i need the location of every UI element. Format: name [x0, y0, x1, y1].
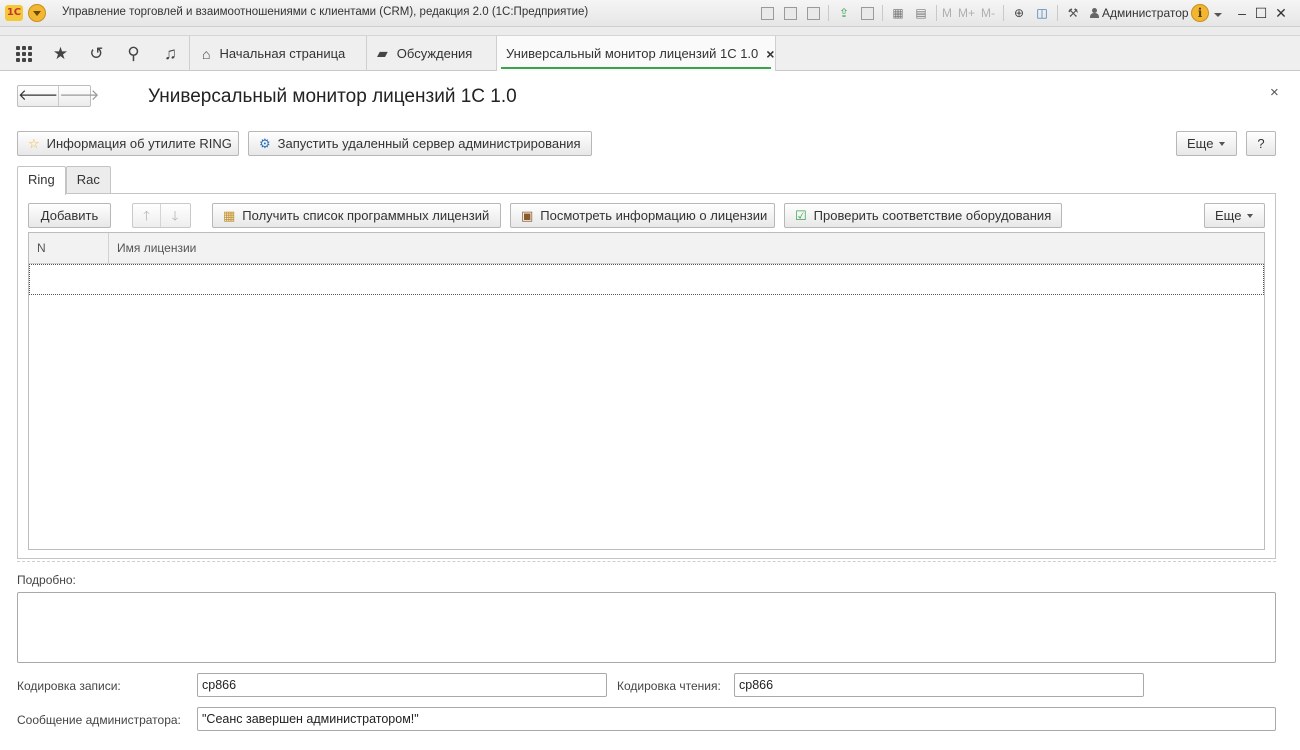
- minimize-icon[interactable]: ‒: [1232, 3, 1252, 23]
- memory-minus-button[interactable]: M-: [981, 6, 995, 20]
- ring-more-label: Еще: [1215, 208, 1242, 223]
- maximize-icon[interactable]: ☐: [1251, 3, 1271, 23]
- table-header: N Имя лицензии: [29, 233, 1264, 264]
- tab-home-label: Начальная страница: [219, 46, 346, 61]
- license-table[interactable]: N Имя лицензии: [28, 232, 1265, 550]
- tab-rac[interactable]: Rac: [65, 166, 111, 194]
- star-icon: ☆: [28, 135, 40, 151]
- user-name: Администратор: [1102, 6, 1189, 20]
- admin-message-label: Сообщение администратора:: [17, 713, 181, 727]
- move-up-icon[interactable]: 🡑: [133, 204, 161, 227]
- print-icon[interactable]: [780, 3, 800, 23]
- search-icon[interactable]: ⚲: [115, 36, 152, 71]
- check-document-icon: ☑: [795, 207, 807, 223]
- info-icon[interactable]: i: [1191, 4, 1209, 22]
- main-menu-button[interactable]: [28, 4, 46, 22]
- history-nav: 🡐 🡒: [17, 85, 99, 107]
- ring-info-label: Информация об утилите RING: [46, 136, 232, 151]
- column-license-name[interactable]: Имя лицензии: [109, 233, 196, 263]
- sections-bar: ★ ↺ ⚲ ♫ ⌂ Начальная страница ▰ Обсуждени…: [0, 27, 1300, 71]
- forward-button[interactable]: 🡒: [59, 86, 99, 106]
- preview-icon[interactable]: [803, 3, 823, 23]
- ring-panel: Добавить 🡑 🡓 ▦ Получить список программн…: [17, 193, 1276, 559]
- inner-tabs: Ring Rac: [17, 166, 111, 195]
- ring-more-button[interactable]: Еще: [1204, 203, 1265, 228]
- tab-discussions-label: Обсуждения: [396, 46, 473, 61]
- license-info-icon: ▣: [521, 207, 534, 223]
- upload-icon[interactable]: ⇪: [834, 3, 854, 23]
- user-icon: [1090, 8, 1099, 18]
- start-server-button[interactable]: ⚙ Запустить удаленный сервер администрир…: [248, 131, 592, 156]
- move-down-icon[interactable]: 🡓: [161, 204, 189, 227]
- panel-icon[interactable]: ◫: [1032, 3, 1052, 23]
- notifications-icon[interactable]: ♫: [152, 36, 189, 71]
- save-icon[interactable]: [757, 3, 777, 23]
- write-encoding-label: Кодировка записи:: [17, 679, 121, 693]
- tab-close-icon[interactable]: ×: [766, 46, 774, 62]
- table-row[interactable]: [29, 264, 1264, 295]
- close-icon[interactable]: ✕: [1271, 3, 1291, 23]
- favorites-icon[interactable]: ★: [42, 36, 79, 71]
- tools-icon[interactable]: ⚒: [1063, 3, 1083, 23]
- document-icon[interactable]: [857, 3, 877, 23]
- help-label: ?: [1257, 136, 1265, 151]
- memory-button[interactable]: M: [942, 6, 952, 20]
- zoom-icon[interactable]: ⊕: [1009, 3, 1029, 23]
- chat-icon: ▰: [377, 45, 388, 61]
- apps-grid-icon[interactable]: [5, 36, 42, 71]
- start-server-label: Запустить удаленный сервер администриров…: [277, 136, 581, 151]
- check-hardware-button[interactable]: ☑ Проверить соответствие оборудования: [784, 203, 1062, 228]
- table-icon: ▦: [223, 207, 236, 223]
- tab-license-monitor-label: Универсальный монитор лицензий 1С 1.0: [506, 46, 759, 61]
- view-license-info-button[interactable]: ▣ Посмотреть информацию о лицензии: [510, 203, 775, 228]
- home-icon: ⌂: [202, 45, 211, 62]
- calculator-icon[interactable]: ▦: [888, 3, 908, 23]
- admin-message-field[interactable]: "Сеанс завершен администратором!": [197, 707, 1276, 731]
- help-button[interactable]: ?: [1246, 131, 1276, 156]
- divider: [17, 561, 1276, 562]
- tab-ring[interactable]: Ring: [17, 166, 66, 195]
- back-button[interactable]: 🡐: [18, 86, 60, 106]
- chevron-down-icon: [1247, 213, 1254, 218]
- details-textarea[interactable]: [17, 592, 1276, 663]
- server-user-icon: ⚙: [259, 135, 271, 151]
- write-encoding-field[interactable]: cp866: [197, 673, 607, 697]
- move-buttons: 🡑 🡓: [132, 203, 191, 228]
- form-area: 🡐 🡒 Универсальный монитор лицензий 1С 1.…: [0, 72, 1300, 750]
- add-label: Добавить: [40, 208, 99, 223]
- chevron-down-icon: [1219, 141, 1226, 146]
- read-encoding-label: Кодировка чтения:: [617, 679, 721, 693]
- details-label: Подробно:: [17, 573, 76, 587]
- form-close-icon[interactable]: ×: [1270, 84, 1279, 101]
- title-bar: 1С Управление торговлей и взаимоотношени…: [0, 0, 1300, 27]
- more-button[interactable]: Еще: [1176, 131, 1237, 156]
- column-number[interactable]: N: [29, 233, 109, 263]
- app-logo: 1С: [5, 5, 23, 21]
- tab-license-monitor[interactable]: Универсальный монитор лицензий 1С 1.0 ×: [497, 36, 775, 71]
- title-toolbar: ⇪ ▦ ▤ M M+ M- ⊕ ◫ ⚒: [757, 3, 1086, 23]
- tab-discussions[interactable]: ▰ Обсуждения: [367, 36, 496, 71]
- view-license-info-label: Посмотреть информацию о лицензии: [540, 208, 768, 223]
- chevron-down-icon[interactable]: [1214, 13, 1222, 17]
- page-title: Универсальный монитор лицензий 1С 1.0: [148, 86, 517, 107]
- add-button[interactable]: Добавить: [28, 203, 111, 228]
- tab-home[interactable]: ⌂ Начальная страница: [190, 36, 366, 71]
- memory-plus-button[interactable]: M+: [958, 6, 975, 20]
- user-menu[interactable]: Администратор: [1090, 6, 1189, 20]
- ring-info-button[interactable]: ☆ Информация об утилите RING: [17, 131, 239, 156]
- calendar-icon[interactable]: ▤: [911, 3, 931, 23]
- app-title: Управление торговлей и взаимоотношениями…: [62, 6, 589, 18]
- read-encoding-field[interactable]: cp866: [734, 673, 1144, 697]
- more-label: Еще: [1187, 136, 1214, 151]
- history-icon[interactable]: ↺: [78, 36, 115, 71]
- check-hardware-label: Проверить соответствие оборудования: [813, 208, 1052, 223]
- get-license-list-button[interactable]: ▦ Получить список программных лицензий: [212, 203, 501, 228]
- get-license-list-label: Получить список программных лицензий: [242, 208, 490, 223]
